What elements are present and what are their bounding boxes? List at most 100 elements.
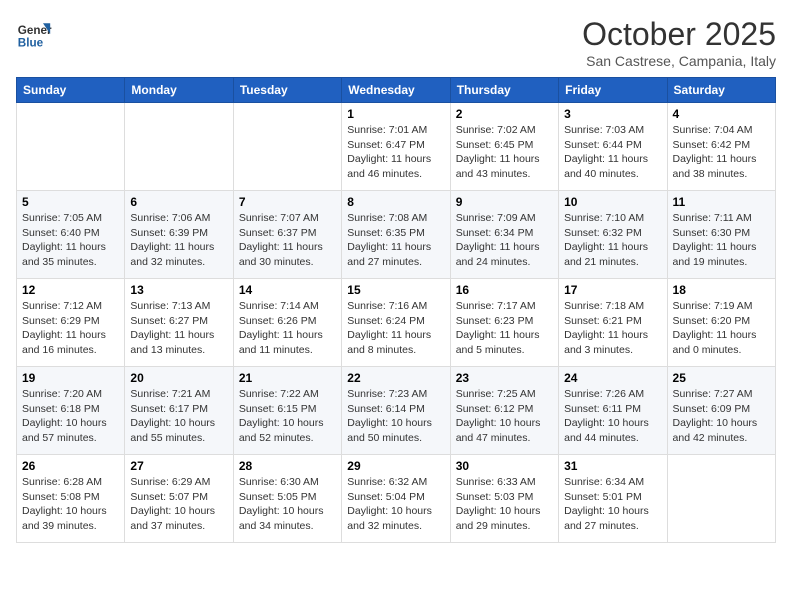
day-number: 4	[673, 107, 770, 121]
calendar-cell	[667, 455, 775, 543]
day-info: Sunrise: 7:26 AM Sunset: 6:11 PM Dayligh…	[564, 387, 661, 446]
calendar-cell: 13 Sunrise: 7:13 AM Sunset: 6:27 PM Dayli…	[125, 279, 233, 367]
week-row: 19Sunrise: 7:20 AM Sunset: 6:18 PM Dayli…	[17, 367, 776, 455]
calendar-cell	[17, 103, 125, 191]
day-info: Sunrise: 7:11 AM Sunset: 6:30 PM Dayligh…	[673, 211, 770, 270]
day-number: 27	[130, 459, 227, 473]
weekday-header: Tuesday	[233, 78, 341, 103]
calendar-cell: 5 Sunrise: 7:05 AM Sunset: 6:40 PM Daylig…	[17, 191, 125, 279]
calendar-cell: 21 Sunrise: 7:22 AM Sunset: 6:15 PM Dayli…	[233, 367, 341, 455]
week-row: 1 Sunrise: 7:01 AM Sunset: 6:47 PM Daylig…	[17, 103, 776, 191]
day-number: 30	[456, 459, 553, 473]
day-info: Sunrise: 7:08 AM Sunset: 6:35 PM Dayligh…	[347, 211, 444, 270]
day-info: Sunrise: 7:14 AM Sunset: 6:26 PM Dayligh…	[239, 299, 336, 358]
svg-text:Blue: Blue	[18, 37, 44, 50]
logo-icon: General Blue	[16, 16, 52, 52]
day-number: 10	[564, 195, 661, 209]
day-number: 29	[347, 459, 444, 473]
day-info: Sunrise: 6:29 AM Sunset: 5:07 PM Dayligh…	[130, 475, 227, 534]
calendar-cell: 28Sunrise: 6:30 AM Sunset: 5:05 PM Dayli…	[233, 455, 341, 543]
week-row: 5 Sunrise: 7:05 AM Sunset: 6:40 PM Daylig…	[17, 191, 776, 279]
calendar-cell: 15Sunrise: 7:16 AM Sunset: 6:24 PM Dayli…	[342, 279, 450, 367]
calendar-cell: 8 Sunrise: 7:08 AM Sunset: 6:35 PM Daylig…	[342, 191, 450, 279]
weekday-header: Thursday	[450, 78, 558, 103]
calendar-cell: 1 Sunrise: 7:01 AM Sunset: 6:47 PM Daylig…	[342, 103, 450, 191]
day-number: 7	[239, 195, 336, 209]
calendar-cell: 16 Sunrise: 7:17 AM Sunset: 6:23 PM Dayli…	[450, 279, 558, 367]
calendar-cell	[125, 103, 233, 191]
calendar-cell: 26 Sunrise: 6:28 AM Sunset: 5:08 PM Dayli…	[17, 455, 125, 543]
day-number: 18	[673, 283, 770, 297]
logo: General Blue	[16, 16, 52, 52]
calendar-cell: 25Sunrise: 7:27 AM Sunset: 6:09 PM Dayli…	[667, 367, 775, 455]
calendar-table: SundayMondayTuesdayWednesdayThursdayFrid…	[16, 77, 776, 543]
day-info: Sunrise: 7:18 AM Sunset: 6:21 PM Dayligh…	[564, 299, 661, 358]
day-info: Sunrise: 7:03 AM Sunset: 6:44 PM Dayligh…	[564, 123, 661, 182]
calendar-cell: 23Sunrise: 7:25 AM Sunset: 6:12 PM Dayli…	[450, 367, 558, 455]
calendar-cell	[233, 103, 341, 191]
day-number: 26	[22, 459, 119, 473]
weekday-header: Saturday	[667, 78, 775, 103]
day-number: 11	[673, 195, 770, 209]
day-number: 19	[22, 371, 119, 385]
day-number: 5	[22, 195, 119, 209]
weekday-header-row: SundayMondayTuesdayWednesdayThursdayFrid…	[17, 78, 776, 103]
month-title: October 2025	[582, 16, 776, 53]
weekday-header: Friday	[559, 78, 667, 103]
day-number: 21	[239, 371, 336, 385]
day-info: Sunrise: 6:34 AM Sunset: 5:01 PM Dayligh…	[564, 475, 661, 534]
day-info: Sunrise: 6:32 AM Sunset: 5:04 PM Dayligh…	[347, 475, 444, 534]
day-info: Sunrise: 7:13 AM Sunset: 6:27 PM Dayligh…	[130, 299, 227, 358]
calendar-cell: 6 Sunrise: 7:06 AM Sunset: 6:39 PM Daylig…	[125, 191, 233, 279]
day-info: Sunrise: 7:12 AM Sunset: 6:29 PM Dayligh…	[22, 299, 119, 358]
calendar-cell: 24 Sunrise: 7:26 AM Sunset: 6:11 PM Dayli…	[559, 367, 667, 455]
day-number: 16	[456, 283, 553, 297]
day-info: Sunrise: 6:33 AM Sunset: 5:03 PM Dayligh…	[456, 475, 553, 534]
calendar-cell: 7Sunrise: 7:07 AM Sunset: 6:37 PM Daylig…	[233, 191, 341, 279]
day-info: Sunrise: 7:27 AM Sunset: 6:09 PM Dayligh…	[673, 387, 770, 446]
calendar-cell: 14 Sunrise: 7:14 AM Sunset: 6:26 PM Dayli…	[233, 279, 341, 367]
day-info: Sunrise: 7:23 AM Sunset: 6:14 PM Dayligh…	[347, 387, 444, 446]
calendar-cell: 2Sunrise: 7:02 AM Sunset: 6:45 PM Daylig…	[450, 103, 558, 191]
calendar-cell: 18Sunrise: 7:19 AM Sunset: 6:20 PM Dayli…	[667, 279, 775, 367]
calendar-cell: 27 Sunrise: 6:29 AM Sunset: 5:07 PM Dayli…	[125, 455, 233, 543]
day-number: 22	[347, 371, 444, 385]
calendar-cell: 22 Sunrise: 7:23 AM Sunset: 6:14 PM Dayli…	[342, 367, 450, 455]
day-info: Sunrise: 7:17 AM Sunset: 6:23 PM Dayligh…	[456, 299, 553, 358]
day-number: 13	[130, 283, 227, 297]
day-number: 17	[564, 283, 661, 297]
weekday-header: Wednesday	[342, 78, 450, 103]
day-info: Sunrise: 6:28 AM Sunset: 5:08 PM Dayligh…	[22, 475, 119, 534]
day-number: 6	[130, 195, 227, 209]
day-info: Sunrise: 7:06 AM Sunset: 6:39 PM Dayligh…	[130, 211, 227, 270]
week-row: 12 Sunrise: 7:12 AM Sunset: 6:29 PM Dayli…	[17, 279, 776, 367]
calendar-cell: 19Sunrise: 7:20 AM Sunset: 6:18 PM Dayli…	[17, 367, 125, 455]
day-info: Sunrise: 7:05 AM Sunset: 6:40 PM Dayligh…	[22, 211, 119, 270]
location: San Castrese, Campania, Italy	[582, 53, 776, 69]
week-row: 26 Sunrise: 6:28 AM Sunset: 5:08 PM Dayli…	[17, 455, 776, 543]
day-info: Sunrise: 7:10 AM Sunset: 6:32 PM Dayligh…	[564, 211, 661, 270]
day-number: 8	[347, 195, 444, 209]
calendar-cell: 4 Sunrise: 7:04 AM Sunset: 6:42 PM Daylig…	[667, 103, 775, 191]
day-info: Sunrise: 7:02 AM Sunset: 6:45 PM Dayligh…	[456, 123, 553, 182]
weekday-header: Sunday	[17, 78, 125, 103]
day-info: Sunrise: 7:16 AM Sunset: 6:24 PM Dayligh…	[347, 299, 444, 358]
day-info: Sunrise: 7:22 AM Sunset: 6:15 PM Dayligh…	[239, 387, 336, 446]
calendar-cell: 10 Sunrise: 7:10 AM Sunset: 6:32 PM Dayli…	[559, 191, 667, 279]
day-info: Sunrise: 7:01 AM Sunset: 6:47 PM Dayligh…	[347, 123, 444, 182]
day-info: Sunrise: 7:25 AM Sunset: 6:12 PM Dayligh…	[456, 387, 553, 446]
day-number: 14	[239, 283, 336, 297]
calendar-cell: 17 Sunrise: 7:18 AM Sunset: 6:21 PM Dayli…	[559, 279, 667, 367]
day-number: 24	[564, 371, 661, 385]
calendar-cell: 31 Sunrise: 6:34 AM Sunset: 5:01 PM Dayli…	[559, 455, 667, 543]
day-number: 3	[564, 107, 661, 121]
day-info: Sunrise: 6:30 AM Sunset: 5:05 PM Dayligh…	[239, 475, 336, 534]
day-number: 31	[564, 459, 661, 473]
day-number: 12	[22, 283, 119, 297]
title-block: October 2025 San Castrese, Campania, Ita…	[582, 16, 776, 69]
day-info: Sunrise: 7:21 AM Sunset: 6:17 PM Dayligh…	[130, 387, 227, 446]
day-number: 1	[347, 107, 444, 121]
calendar-cell: 11 Sunrise: 7:11 AM Sunset: 6:30 PM Dayli…	[667, 191, 775, 279]
day-info: Sunrise: 7:04 AM Sunset: 6:42 PM Dayligh…	[673, 123, 770, 182]
calendar-cell: 20Sunrise: 7:21 AM Sunset: 6:17 PM Dayli…	[125, 367, 233, 455]
